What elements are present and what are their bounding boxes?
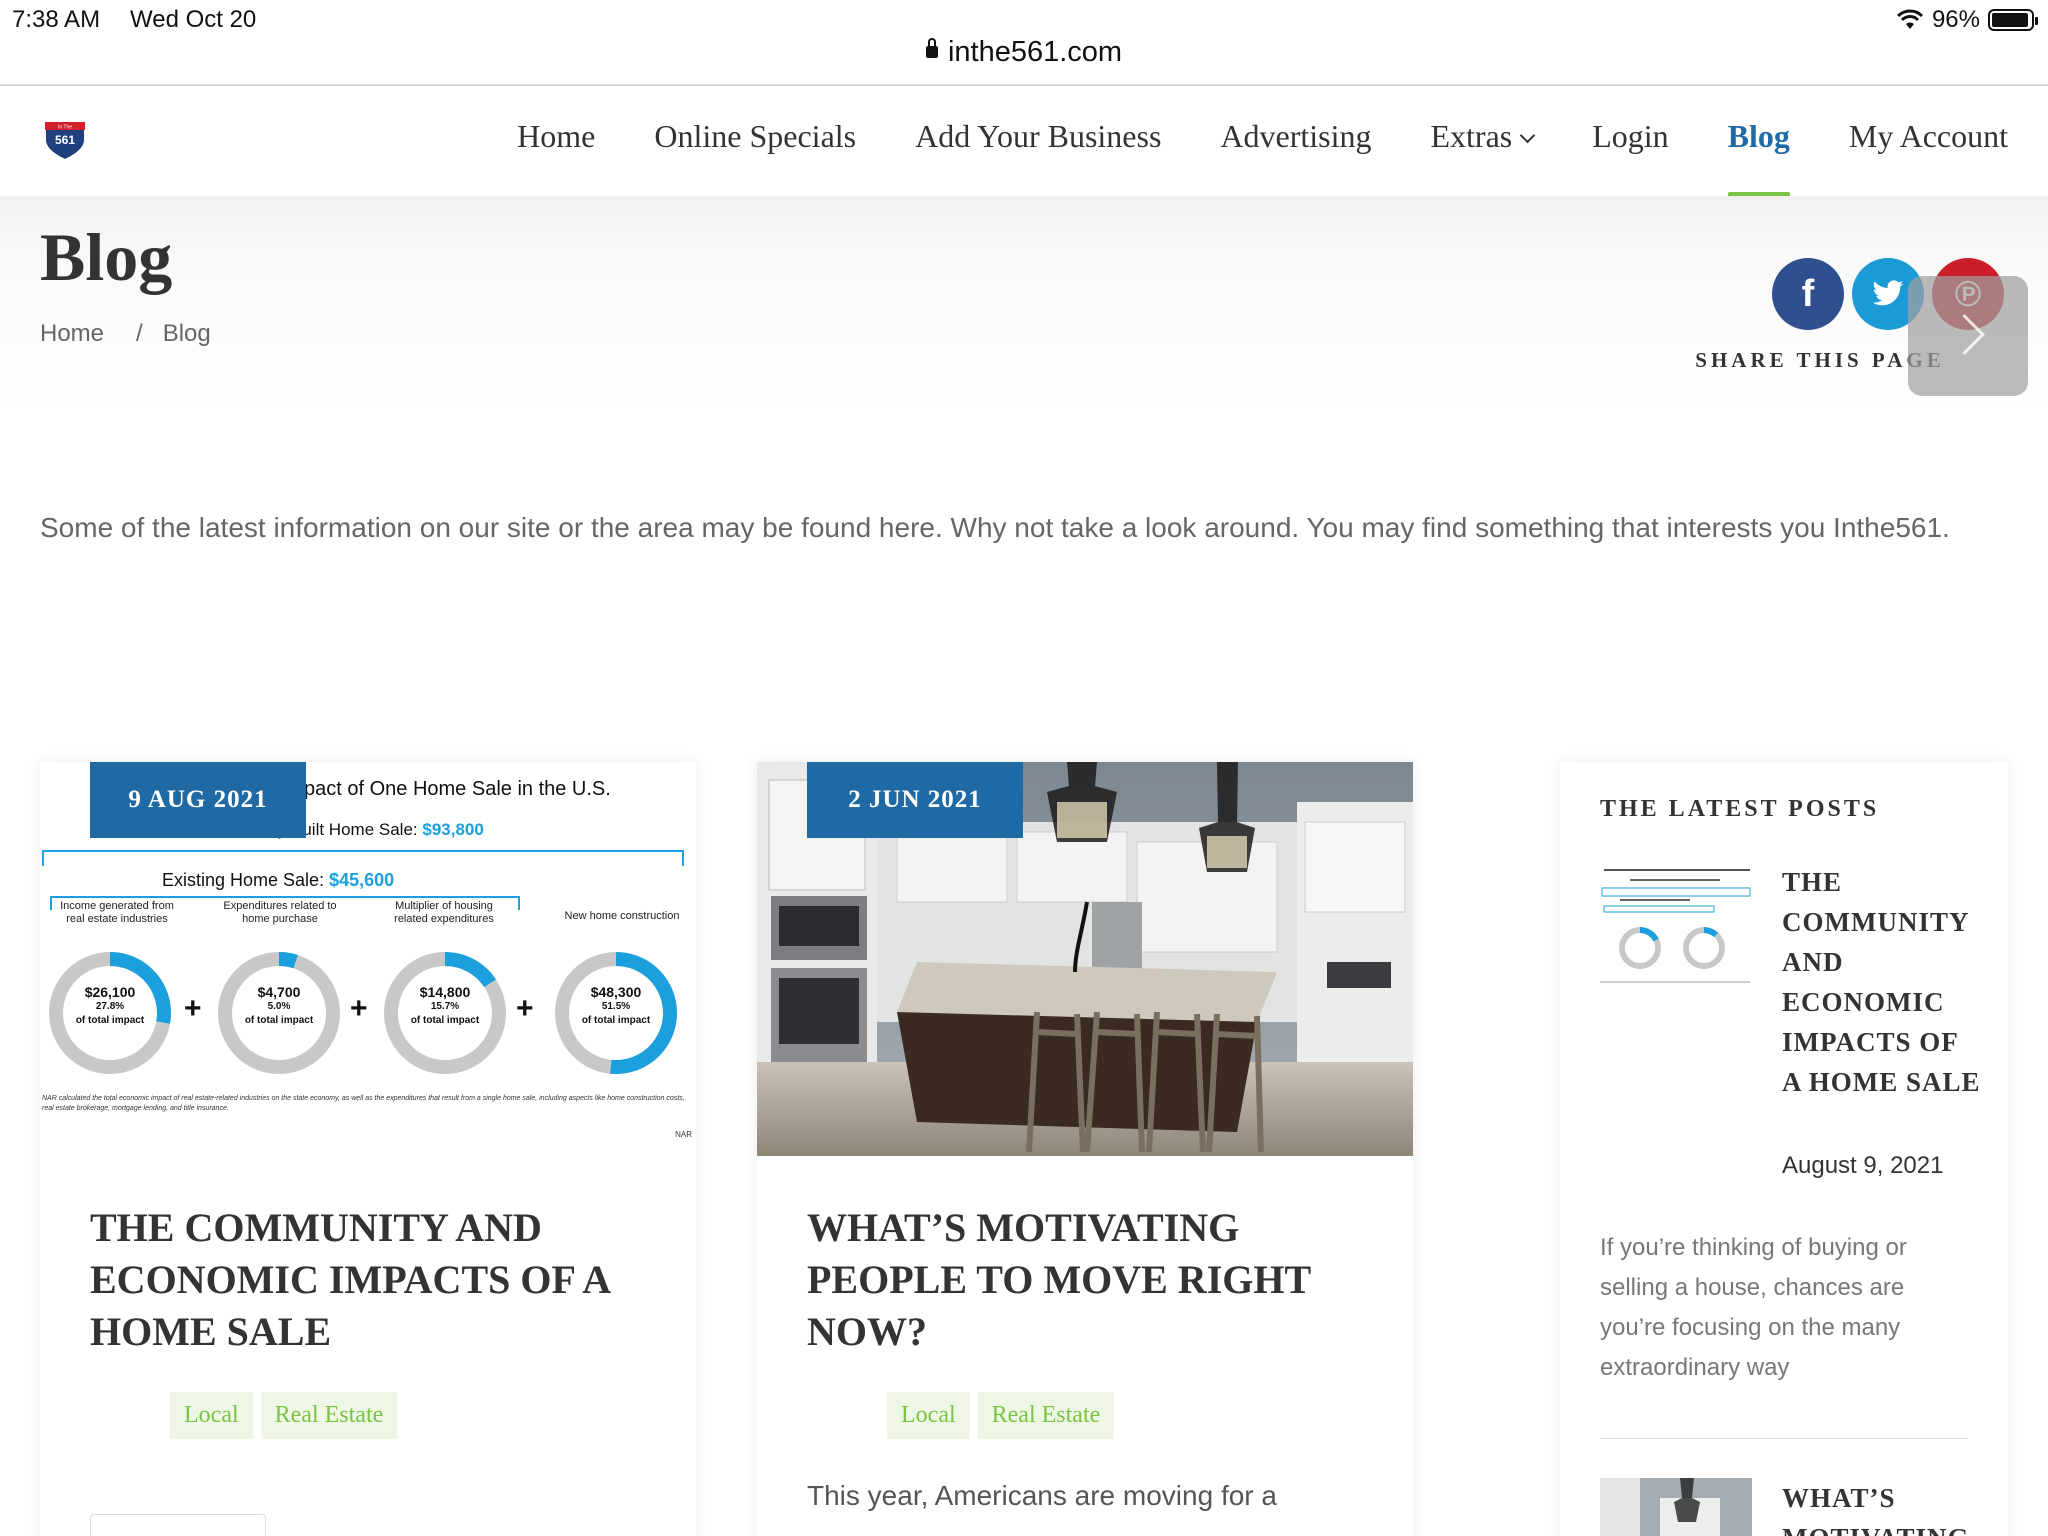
sidebar-post-thumbnail[interactable] [1600, 1478, 1752, 1536]
donut-label: $4,700 5.0% of total impact [214, 984, 344, 1028]
wifi-icon [1896, 9, 1924, 29]
site-logo[interactable]: In The 561 [42, 116, 88, 162]
donut-percent: 15.7% [430, 1001, 460, 1012]
battery-percent: 96% [1931, 6, 1980, 33]
nav-item-extras[interactable]: Extras [1430, 118, 1536, 155]
status-bar: 7:38 AM Wed Oct 20 96% [0, 0, 2048, 40]
site-navbar: In The 561 Home Online Specials Add Your… [0, 86, 2048, 197]
post-date-badge: 9 AUG 2021 [90, 762, 306, 838]
tag-real-estate[interactable]: Real Estate [977, 1392, 1115, 1439]
donut-sub: of total impact [244, 1015, 314, 1026]
sidebar-post-thumbnail[interactable] [1600, 862, 1752, 992]
donut-chart: $14,800 15.7% of total impact [380, 948, 510, 1078]
post-excerpt: This year, Americans are moving for a [807, 1480, 1277, 1511]
infographic-title: pact of One Home Sale in the U.S. [304, 778, 611, 800]
chevron-down-icon [1519, 127, 1536, 144]
nav-item-online-specials[interactable]: Online Specials [654, 118, 856, 155]
post-image-kitchen[interactable]: 2 JUN 2021 [757, 762, 1413, 1156]
twitter-icon [1872, 280, 1904, 306]
caption: Income generated from real estate indust… [60, 900, 174, 925]
post-image-infographic[interactable]: pact of One Home Sale in the U.S. Newly … [40, 762, 696, 1156]
tag-local[interactable]: Local [887, 1392, 970, 1439]
nav-item-add-your-business[interactable]: Add Your Business [915, 118, 1161, 155]
post-title[interactable]: WHAT’S MOTIVATING PEOPLE TO MOVE RIGHT N… [807, 1202, 1387, 1358]
existing-value: $45,600 [329, 870, 395, 890]
nav-item-extras-label: Extras [1430, 118, 1513, 154]
read-more-button[interactable] [90, 1514, 266, 1536]
caption: New home construction [564, 910, 680, 922]
facebook-share-button[interactable]: f [1772, 258, 1844, 330]
nav-item-my-account[interactable]: My Account [1849, 118, 2008, 155]
kitchen-thumbnail [1600, 1478, 1752, 1536]
caption: Expenditures related to home purchase [223, 900, 337, 925]
plus-sign: + [350, 992, 368, 1025]
nav-item-login[interactable]: Login [1592, 118, 1668, 155]
donut-value: $48,300 [590, 984, 642, 1000]
sidebar-heading: THE LATEST POSTS [1600, 796, 1880, 822]
sidebar-post-date: August 9, 2021 [1782, 1152, 1944, 1179]
newly-built-value: $93,800 [422, 820, 484, 839]
breadcrumb-current: Blog [162, 320, 211, 347]
post-date-badge: 2 JUN 2021 [807, 762, 1023, 838]
logo-text-top: In The [58, 125, 72, 131]
tag-local[interactable]: Local [170, 1392, 253, 1439]
lock-icon [925, 38, 938, 58]
plus-sign: + [184, 992, 202, 1025]
blog-card[interactable]: 2 JUN 2021 WHAT’S MOTIVATING PEOPLE TO M… [757, 762, 1413, 1536]
donut-label: $14,800 15.7% of total impact [380, 984, 510, 1028]
infographic-existing: Existing Home Sale: $45,600 [162, 870, 394, 891]
bracket-line [42, 850, 684, 866]
donut-sub: of total impact [75, 1015, 145, 1026]
facebook-icon: f [1801, 272, 1815, 315]
scroll-next-button[interactable] [1908, 276, 2028, 396]
blog-card[interactable]: pact of One Home Sale in the U.S. Newly … [40, 762, 696, 1536]
battery-icon [1988, 9, 2038, 31]
donut-value: $14,800 [419, 984, 471, 1000]
donut-percent: 27.8% [95, 1001, 125, 1012]
latest-posts-sidebar: THE LATEST POSTS THE COMMUNITY AND ECONO… [1560, 762, 2008, 1536]
existing-label: Existing Home Sale: [162, 870, 325, 890]
breadcrumb: Home / Blog [40, 320, 211, 348]
donut-chart: $4,700 5.0% of total impact [214, 948, 344, 1078]
plus-sign: + [516, 992, 534, 1025]
donut-percent: 51.5% [601, 1001, 631, 1012]
donut-sub: of total impact [581, 1015, 651, 1026]
sidebar-post-excerpt: If you’re thinking of buying or selling … [1600, 1234, 1907, 1381]
status-date: Wed Oct 20 [130, 6, 257, 33]
page-title: Blog [40, 219, 173, 295]
divider [1600, 1438, 1968, 1439]
donut-chart: $26,100 27.8% of total impact [45, 948, 175, 1078]
nav-menu: Home Online Specials Add Your Business A… [517, 118, 2008, 197]
intro-text: Some of the latest information on our si… [40, 512, 1950, 543]
status-right: 96% [1896, 6, 2038, 34]
post-tags: Local Real Estate [170, 1392, 398, 1439]
sidebar-post-title[interactable]: WHAT’S MOTIVATING [1782, 1478, 1982, 1536]
page-header [0, 196, 2048, 416]
caption: Multiplier of housing related expenditur… [394, 900, 494, 925]
donut-sub: of total impact [410, 1015, 480, 1026]
donut-chart: $48,300 51.5% of total impact [551, 948, 681, 1078]
sidebar-post-title[interactable]: THE COMMUNITY AND ECONOMIC IMPACTS OF A … [1782, 862, 1982, 1102]
infographic-footnote: NAR calculated the total economic impact… [42, 1095, 685, 1112]
status-time: 7:38 AM [12, 6, 101, 33]
donut-value: $26,100 [84, 984, 136, 1000]
tag-real-estate[interactable]: Real Estate [260, 1392, 398, 1439]
infographic-source: NAR [675, 1130, 692, 1139]
breadcrumb-home[interactable]: Home [40, 320, 104, 348]
url-bar[interactable]: inthe561.com [0, 36, 2048, 69]
donut-percent: 5.0% [267, 1001, 291, 1012]
breadcrumb-separator: / [136, 320, 143, 347]
post-tags: Local Real Estate [887, 1392, 1115, 1439]
donut-label: $48,300 51.5% of total impact [551, 984, 681, 1028]
logo-text: 561 [55, 133, 75, 147]
donut-value: $4,700 [257, 984, 301, 1000]
nav-item-blog[interactable]: Blog [1727, 118, 1791, 197]
infographic-thumbnail [1600, 862, 1752, 992]
url-text: inthe561.com [947, 36, 1123, 68]
post-title[interactable]: THE COMMUNITY AND ECONOMIC IMPACTS OF A … [90, 1202, 670, 1358]
donut-label: $26,100 27.8% of total impact [45, 984, 175, 1028]
nav-item-home[interactable]: Home [517, 118, 595, 155]
nav-item-advertising[interactable]: Advertising [1220, 118, 1371, 155]
